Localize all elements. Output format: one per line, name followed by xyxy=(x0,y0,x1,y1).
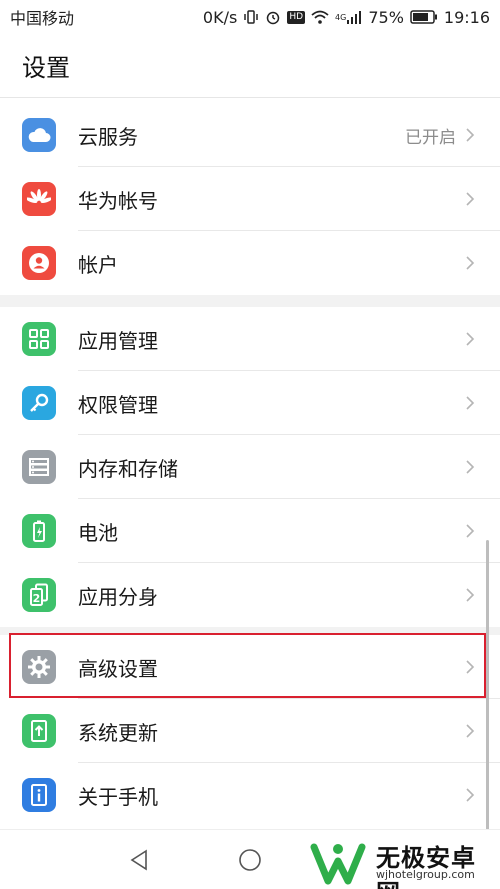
system-update-icon xyxy=(22,714,56,748)
signal-icon: 4G xyxy=(335,10,362,24)
alarm-icon xyxy=(265,9,281,25)
settings-item-twin-apps[interactable]: 2 应用分身 xyxy=(0,563,500,627)
watermark-name: 无极安卓网 xyxy=(376,844,476,889)
settings-item-label: 云服务 xyxy=(78,124,138,149)
page-title-bar: 设置 xyxy=(0,34,500,98)
battery-icon xyxy=(22,514,56,548)
page-title: 设置 xyxy=(22,54,70,82)
app-grid-icon xyxy=(22,322,56,356)
battery-percent: 75% xyxy=(368,7,404,27)
vibrate-icon xyxy=(243,9,259,25)
settings-item-cloud-service[interactable]: 云服务 已开启 xyxy=(0,103,500,167)
chevron-right-icon xyxy=(466,660,475,674)
gear-icon xyxy=(22,650,56,684)
section-gap xyxy=(0,295,500,307)
home-button[interactable] xyxy=(236,846,264,874)
settings-item-label: 电池 xyxy=(78,520,118,545)
watermark-url: wjhotelgroup.com xyxy=(376,868,475,881)
twin-app-icon: 2 xyxy=(22,578,56,612)
chevron-right-icon xyxy=(466,460,475,474)
settings-item-about-phone[interactable]: 关于手机 xyxy=(0,763,500,827)
hd-badge: HD xyxy=(287,10,306,24)
chevron-right-icon xyxy=(466,724,475,738)
settings-item-label: 权限管理 xyxy=(78,392,158,417)
settings-item-system-update[interactable]: 系统更新 xyxy=(0,699,500,763)
settings-item-label: 应用分身 xyxy=(78,584,158,609)
user-icon xyxy=(22,246,56,280)
home-circle-icon xyxy=(239,849,261,871)
chevron-right-icon xyxy=(466,256,475,270)
network-type: 4G xyxy=(335,12,347,22)
status-indicators: 0K/s HD 4G 75% 19:16 xyxy=(203,8,490,27)
chevron-right-icon xyxy=(466,332,475,346)
cloud-icon xyxy=(22,118,56,152)
clock: 19:16 xyxy=(443,7,490,27)
back-button[interactable] xyxy=(125,846,153,874)
watermark-logo-icon xyxy=(310,843,366,884)
chevron-right-icon xyxy=(466,396,475,410)
settings-item-label: 华为帐号 xyxy=(78,188,158,213)
svg-text:2: 2 xyxy=(33,592,41,605)
key-icon xyxy=(22,386,56,420)
storage-icon xyxy=(22,450,56,484)
settings-item-storage[interactable]: 内存和存储 xyxy=(0,435,500,499)
battery-status-icon xyxy=(410,10,438,24)
settings-group-account: 云服务 已开启 华为帐号 帐户 xyxy=(0,103,500,295)
chevron-right-icon xyxy=(466,128,475,142)
settings-item-huawei-id[interactable]: 华为帐号 xyxy=(0,167,500,231)
settings-item-advanced-settings[interactable]: 高级设置 xyxy=(0,635,500,699)
settings-group-advanced: 高级设置 系统更新 关于手机 xyxy=(0,635,500,827)
chevron-right-icon xyxy=(466,192,475,206)
info-icon xyxy=(22,778,56,812)
settings-item-label: 系统更新 xyxy=(78,720,158,745)
carrier-label: 中国移动 xyxy=(10,9,75,28)
scrollbar[interactable] xyxy=(486,540,489,840)
wifi-icon xyxy=(311,9,329,25)
settings-item-permissions[interactable]: 权限管理 xyxy=(0,371,500,435)
settings-item-app-management[interactable]: 应用管理 xyxy=(0,307,500,371)
hd-icon: HD xyxy=(287,10,306,24)
settings-item-label: 关于手机 xyxy=(78,784,158,809)
back-triangle-icon xyxy=(130,849,147,871)
status-bar: 中国移动 0K/s HD 4G 75% 19:16 xyxy=(0,0,500,34)
network-speed: 0K/s xyxy=(202,7,238,27)
huawei-logo-icon xyxy=(22,182,56,216)
settings-item-battery[interactable]: 电池 xyxy=(0,499,500,563)
chevron-right-icon xyxy=(466,788,475,802)
section-gap xyxy=(0,627,500,635)
chevron-right-icon xyxy=(466,588,475,602)
settings-item-label: 应用管理 xyxy=(78,328,158,353)
settings-group-system: 应用管理 权限管理 内存和存储 电池 2 应用分身 xyxy=(0,307,500,627)
watermark: 无极安卓网 wjhotelgroup.com xyxy=(310,836,500,889)
settings-item-accounts[interactable]: 帐户 xyxy=(0,231,500,295)
settings-item-label: 内存和存储 xyxy=(78,456,178,481)
chevron-right-icon xyxy=(466,524,475,538)
settings-item-label: 高级设置 xyxy=(78,656,158,681)
settings-item-label: 帐户 xyxy=(78,252,118,277)
settings-item-value: 已开启 xyxy=(405,127,456,148)
